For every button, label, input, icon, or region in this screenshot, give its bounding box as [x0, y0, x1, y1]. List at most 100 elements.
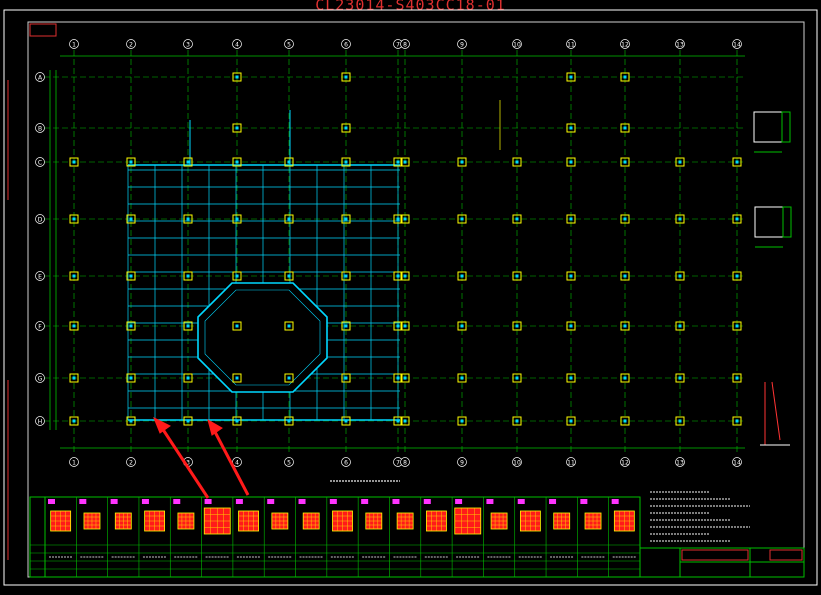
column-core	[129, 324, 133, 328]
column-core	[129, 160, 133, 164]
axis-bubble-label: D	[38, 217, 43, 224]
column-core	[678, 160, 682, 164]
column-core	[344, 160, 348, 164]
column-core	[735, 274, 739, 278]
column-core	[515, 419, 519, 423]
column-core	[287, 419, 291, 423]
schedule-tag	[173, 499, 181, 504]
axis-bubbles: 11223344556677889910101111121213131414AB…	[35, 39, 742, 467]
column-core	[515, 160, 519, 164]
column-core	[735, 419, 739, 423]
cad-drawing-canvas[interactable]: 11223344556677889910101111121213131414AB…	[0, 0, 821, 595]
axis-bubble-label: 10	[513, 460, 521, 467]
column-core	[396, 217, 400, 221]
column-core	[460, 217, 464, 221]
column-core	[403, 324, 407, 328]
axis-bubble-label: 14	[733, 42, 741, 49]
column-core	[569, 376, 573, 380]
axis-bubble-label: 4	[235, 42, 239, 49]
column-core	[344, 217, 348, 221]
column-core	[403, 419, 407, 423]
schedule-tag	[267, 499, 275, 504]
arrow-head	[207, 418, 223, 436]
axis-bubble-label: 7	[396, 42, 400, 49]
schedule-tag	[455, 499, 463, 504]
column-core	[460, 419, 464, 423]
column-core	[623, 274, 627, 278]
column-core	[129, 376, 133, 380]
axis-bubble-label: H	[38, 419, 43, 426]
axis-bubble-label: 9	[460, 460, 464, 467]
column-core	[186, 217, 190, 221]
column-core	[460, 376, 464, 380]
column-core	[72, 419, 76, 423]
column-core	[460, 324, 464, 328]
column-core	[569, 126, 573, 130]
annotation-arrow	[212, 429, 250, 496]
column-core	[344, 324, 348, 328]
column-core	[344, 75, 348, 79]
column-core	[186, 376, 190, 380]
column-schedule-table	[29, 496, 641, 578]
column-core	[235, 75, 239, 79]
schedule-tag	[392, 499, 400, 504]
schedule-tag	[204, 499, 212, 504]
column-core	[186, 160, 190, 164]
schedule-tag	[361, 499, 369, 504]
column-core	[735, 324, 739, 328]
column-core	[72, 274, 76, 278]
column-core	[235, 126, 239, 130]
axis-bubble-label: G	[38, 376, 43, 383]
axis-bubble-label: C	[38, 160, 42, 167]
column-core	[396, 160, 400, 164]
column-core	[623, 217, 627, 221]
column-core	[344, 126, 348, 130]
column-core	[515, 376, 519, 380]
column-core	[186, 274, 190, 278]
drawing-border	[27, 21, 805, 578]
schedule-tag	[423, 499, 431, 504]
axis-bubble-label: 3	[186, 42, 190, 49]
column-core	[344, 376, 348, 380]
axis-bubble-label: 2	[129, 460, 133, 467]
column-core	[623, 126, 627, 130]
column-core	[403, 274, 407, 278]
column-core	[129, 217, 133, 221]
column-core	[396, 324, 400, 328]
column-core	[344, 274, 348, 278]
stamp-block	[29, 23, 57, 37]
schedule-tag	[329, 499, 337, 504]
axis-bubble-label: F	[38, 324, 42, 331]
detail-section-1	[753, 111, 791, 153]
axis-bubble-label: 14	[733, 460, 741, 467]
column-core	[287, 160, 291, 164]
column-core	[735, 217, 739, 221]
axis-bubble-label: 4	[235, 460, 239, 467]
column-core	[678, 274, 682, 278]
column-core	[72, 217, 76, 221]
axis-bubble-label: 9	[460, 42, 464, 49]
column-core	[235, 419, 239, 423]
schedule-tag	[298, 499, 306, 504]
annotation-arrows	[153, 416, 250, 499]
column-core	[623, 376, 627, 380]
column-core	[403, 376, 407, 380]
column-core	[396, 419, 400, 423]
column-core	[129, 419, 133, 423]
column-core	[129, 274, 133, 278]
column-core	[623, 324, 627, 328]
axis-bubble-label: 7	[396, 460, 400, 467]
column-core	[235, 376, 239, 380]
column-core	[287, 324, 291, 328]
column-core	[396, 376, 400, 380]
column-core	[186, 419, 190, 423]
column-core	[569, 75, 573, 79]
axis-bubble-label: 5	[287, 42, 291, 49]
schedule-tag	[486, 499, 494, 504]
detail-section-2	[754, 206, 792, 248]
column-core	[515, 324, 519, 328]
column-core	[396, 274, 400, 278]
axis-bubble-label: 1	[72, 42, 76, 49]
column-core	[569, 217, 573, 221]
axis-bubble-label: B	[38, 126, 42, 133]
